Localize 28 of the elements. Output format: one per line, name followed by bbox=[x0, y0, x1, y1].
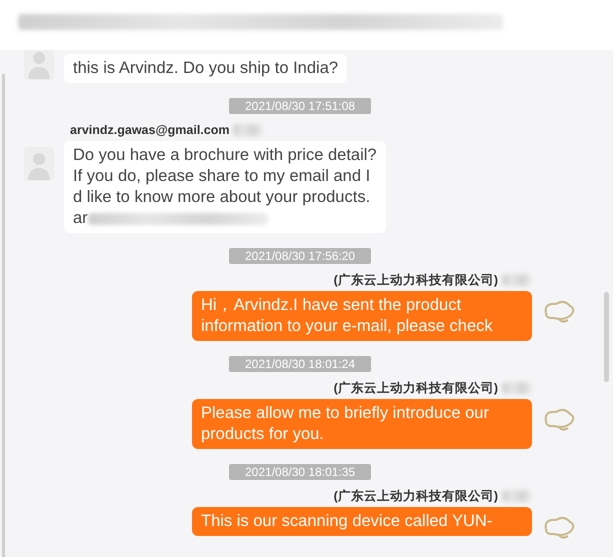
avatar-icon bbox=[24, 50, 54, 80]
avatar-icon bbox=[24, 147, 54, 181]
timestamp: 2021/08/30 17:56:20 bbox=[229, 248, 372, 264]
sender-name: (广东云上动力科技有限公司) bbox=[334, 488, 498, 504]
redaction-blur bbox=[502, 490, 532, 502]
message-text: this is Arvindz. Do you ship to India? bbox=[73, 58, 338, 79]
message-text: ar bbox=[73, 208, 88, 229]
sender-name: (广东云上动力科技有限公司) bbox=[334, 380, 498, 396]
logo-icon bbox=[542, 515, 576, 541]
scrollbar[interactable] bbox=[604, 292, 609, 382]
timestamp: 2021/08/30 17:51:08 bbox=[229, 98, 372, 114]
message-text: d like to know more about your products. bbox=[73, 187, 370, 208]
message-text: information to your e-mail, please check bbox=[201, 316, 493, 337]
redaction-blur bbox=[502, 274, 532, 286]
sender-name: (广东云上动力科技有限公司) bbox=[334, 272, 498, 288]
redaction-blur bbox=[502, 382, 532, 394]
redaction-blur bbox=[233, 124, 264, 136]
message-text: Please allow me to briefly introduce our bbox=[201, 403, 489, 424]
sender-name: arvindz.gawas@gmail.com bbox=[70, 123, 230, 137]
logo-icon bbox=[542, 299, 576, 325]
message-text: If you do, please share to my email and I bbox=[73, 166, 370, 187]
timestamp: 2021/08/30 18:01:24 bbox=[229, 356, 372, 372]
message-text: products for you. bbox=[201, 424, 324, 445]
message-text: Do you have a brochure with price detail? bbox=[73, 145, 377, 166]
logo-icon bbox=[542, 407, 576, 433]
timestamp: 2021/08/30 18:01:35 bbox=[229, 464, 372, 480]
message-text: Hi，Arvindz.I have sent the product bbox=[201, 295, 462, 316]
message-text: This is our scanning device called YUN- bbox=[201, 511, 492, 532]
